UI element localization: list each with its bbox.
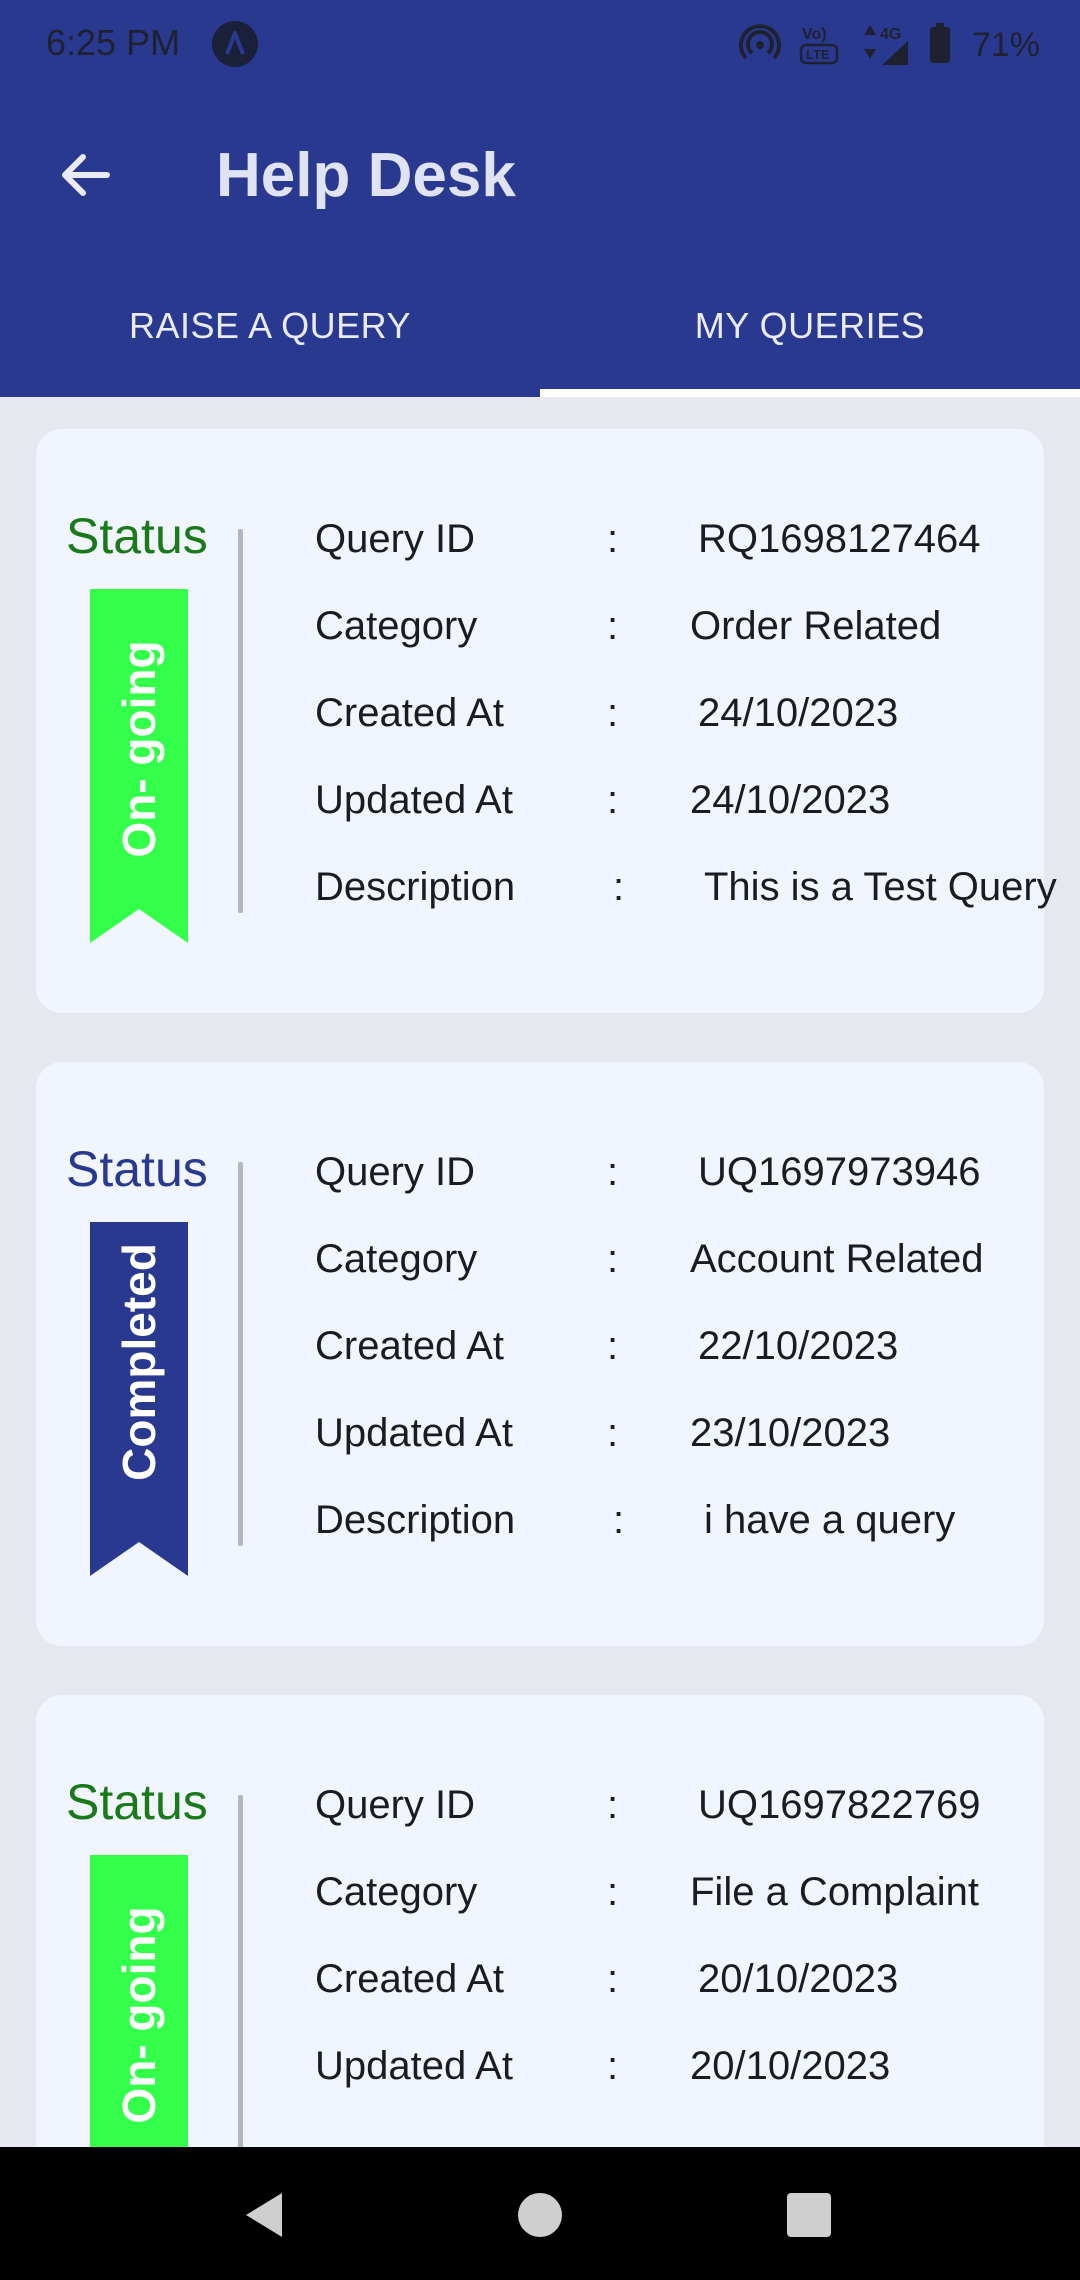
separator: : [607, 691, 619, 735]
category-label: Category [315, 604, 478, 648]
separator: : [607, 517, 619, 561]
updated-at-label: Updated At [315, 778, 513, 822]
created-at-label: Created At [315, 1324, 505, 1368]
separator: : [607, 1324, 619, 1368]
status-heading: Status [66, 1141, 208, 1197]
query-card[interactable]: Status On- going Query ID : RQ1698127464… [36, 429, 1057, 1013]
battery-icon [928, 21, 952, 70]
status-heading: Status [66, 508, 208, 564]
separator: : [607, 1150, 619, 1194]
status-value: On- going [113, 640, 165, 858]
svg-text:LTE: LTE [806, 47, 830, 62]
created-at-value: 22/10/2023 [698, 1324, 899, 1368]
separator: : [613, 865, 625, 909]
status-icons: Vo) LTE 4G 71% [738, 20, 1040, 70]
back-triangle-icon [246, 2193, 282, 2237]
data-4g-icon: 4G [858, 19, 912, 72]
separator: : [607, 1957, 619, 2001]
query-id-value: UQ1697973946 [698, 1150, 981, 1194]
query-id-value: RQ1698127464 [698, 517, 981, 561]
category-value: File a Complaint [690, 1870, 980, 1914]
category-value: Account Related [690, 1237, 984, 1281]
battery-percent: 71% [971, 25, 1040, 64]
separator: : [613, 1498, 625, 1542]
svg-text:4G: 4G [880, 26, 901, 43]
nav-back-button[interactable] [226, 2175, 306, 2255]
updated-at-value: 24/10/2023 [690, 778, 891, 822]
query-list[interactable]: Status On- going Query ID : RQ1698127464… [0, 397, 1080, 2147]
tab-my-queries[interactable]: MY QUERIES [540, 255, 1080, 397]
status-ribbon-completed: Completed [90, 1222, 188, 1576]
updated-at-value: 20/10/2023 [690, 2044, 891, 2088]
volte-icon: Vo) LTE [798, 19, 842, 72]
divider [238, 529, 243, 913]
description-label: Description [315, 1498, 516, 1542]
created-at-label: Created At [315, 1957, 505, 2001]
query-id-label: Query ID [315, 517, 476, 561]
divider [238, 1795, 243, 2147]
arrow-left-icon [62, 154, 110, 196]
separator: : [607, 1237, 619, 1281]
page-title: Help Desk [216, 141, 516, 210]
category-label: Category [315, 1870, 478, 1914]
updated-at-value: 23/10/2023 [690, 1411, 891, 1455]
category-value: Order Related [690, 604, 942, 648]
separator: : [607, 2044, 619, 2088]
divider [238, 1162, 243, 1546]
recents-square-icon [787, 2193, 831, 2237]
separator: : [607, 1783, 619, 1827]
app-bar: Help Desk [0, 90, 1080, 255]
hotspot-icon [738, 21, 782, 70]
category-label: Category [315, 1237, 478, 1281]
tab-indicator [540, 389, 1080, 397]
status-ribbon-ongoing: On- going [90, 589, 188, 943]
status-value: Completed [113, 1243, 165, 1481]
home-circle-icon [518, 2193, 562, 2237]
back-button[interactable] [40, 135, 130, 215]
query-id-value: UQ1697822769 [698, 1783, 981, 1827]
separator: : [607, 778, 619, 822]
nav-home-button[interactable] [500, 2175, 580, 2255]
separator: : [607, 604, 619, 648]
svg-text:Vo): Vo) [802, 26, 827, 43]
status-value: On- going [113, 1906, 165, 2124]
header: 6:25 PM Vo) LTE 4G 71% Help Desk RAISE A… [0, 0, 1080, 397]
description-value: This is a Test Query [704, 865, 1057, 909]
status-bar: 6:25 PM Vo) LTE 4G 71% [0, 0, 1080, 90]
system-nav-bar [0, 2147, 1080, 2280]
updated-at-label: Updated At [315, 2044, 513, 2088]
status-heading: Status [66, 1774, 208, 1830]
tab-raise-a-query[interactable]: RAISE A QUERY [0, 255, 540, 397]
updated-at-label: Updated At [315, 1411, 513, 1455]
created-at-value: 20/10/2023 [698, 1957, 899, 2001]
tab-bar: RAISE A QUERY MY QUERIES [0, 255, 1080, 397]
app-a-icon [212, 21, 258, 67]
query-card[interactable]: Status Completed Query ID : UQ1697973946… [36, 1062, 1044, 1646]
query-id-label: Query ID [315, 1783, 476, 1827]
status-ribbon-ongoing: On- going [90, 1855, 188, 2147]
query-card[interactable]: Status On- going Query ID : UQ1697822769… [36, 1695, 1044, 2147]
separator: : [607, 1411, 619, 1455]
query-id-label: Query ID [315, 1150, 476, 1194]
separator: : [607, 1870, 619, 1914]
description-label: Description [315, 865, 516, 909]
nav-recents-button[interactable] [769, 2175, 849, 2255]
status-time: 6:25 PM [46, 22, 181, 63]
created-at-label: Created At [315, 691, 505, 735]
created-at-value: 24/10/2023 [698, 691, 899, 735]
description-value: i have a query [704, 1498, 956, 1542]
